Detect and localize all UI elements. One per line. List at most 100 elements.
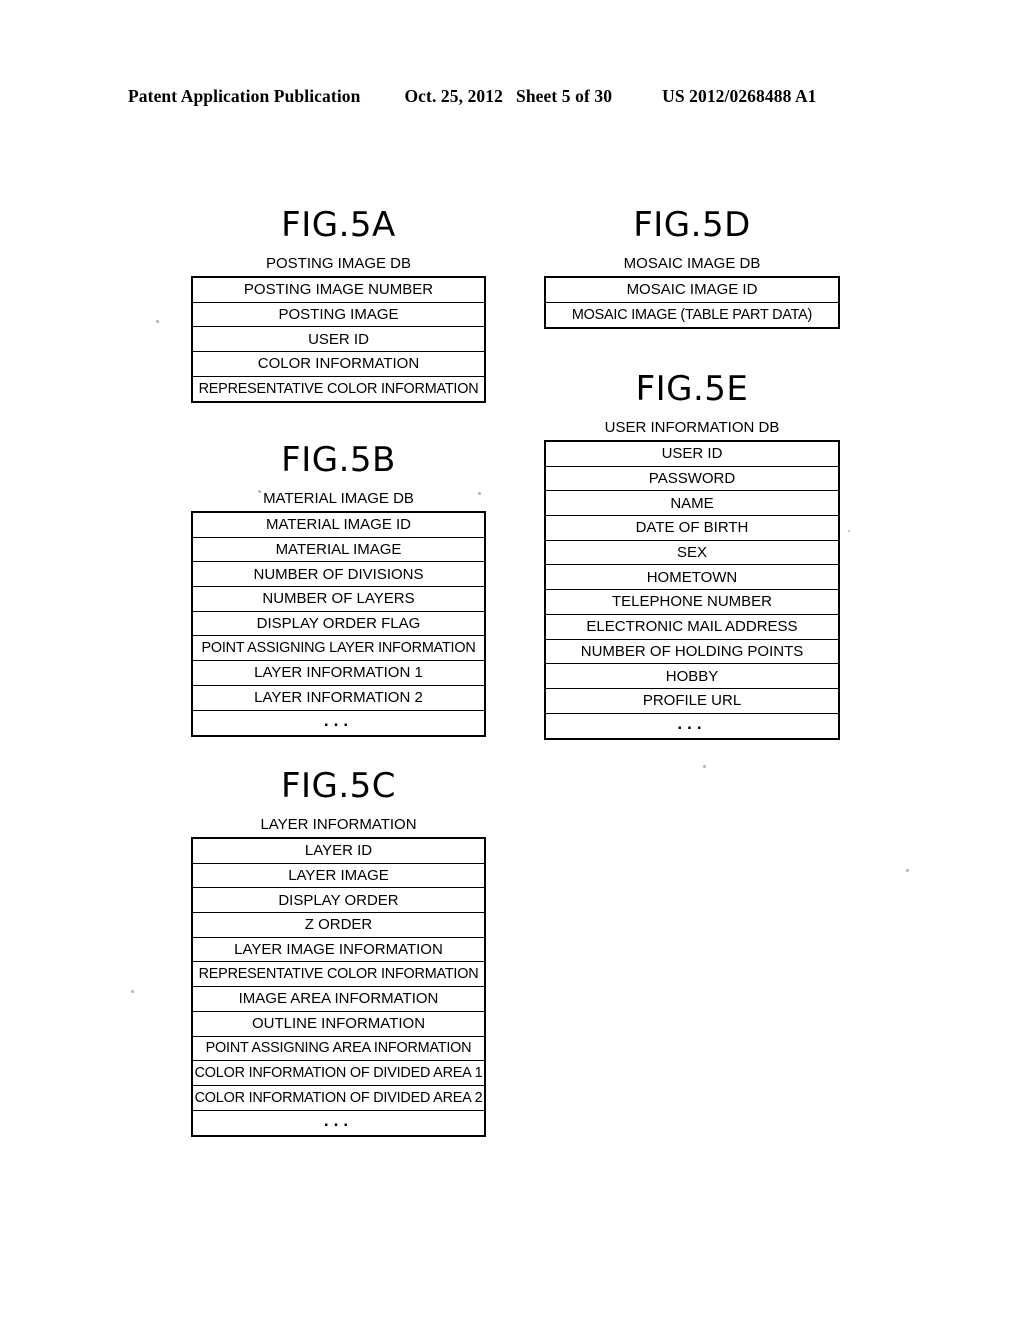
table-row: MOSAIC IMAGE (TABLE PART DATA) — [546, 303, 838, 328]
table-row: POINT ASSIGNING LAYER INFORMATION — [193, 636, 484, 662]
ellipsis-label: ... — [323, 711, 354, 731]
table-cell-label: PASSWORD — [648, 470, 736, 488]
figure-title: FIG.5D — [633, 205, 751, 245]
table-row: TELEPHONE NUMBER — [546, 590, 838, 615]
table-cell-label: USER ID — [308, 330, 369, 348]
table-row: COLOR INFORMATION OF DIVIDED AREA 1 — [193, 1061, 484, 1086]
table-row: MATERIAL IMAGE ID — [193, 513, 484, 538]
table-cell-label: DATE OF BIRTH — [635, 519, 749, 537]
scan-speckle — [703, 765, 706, 768]
table-cell-label: LAYER IMAGE INFORMATION — [234, 941, 443, 959]
table-cell-label: IMAGE AREA INFORMATION — [238, 990, 439, 1008]
table-row: NUMBER OF DIVISIONS — [193, 562, 484, 588]
figure-5b: FIG.5B MATERIAL IMAGE DB MATERIAL IMAGE … — [191, 440, 486, 738]
table-cell-label: POINT ASSIGNING AREA INFORMATION — [205, 1040, 472, 1057]
table-row: DISPLAY ORDER FLAG — [193, 612, 484, 637]
figure-caption: LAYER INFORMATION — [260, 816, 417, 833]
patent-number: US 2012/0268488 A1 — [662, 86, 817, 106]
table-cell-label: HOMETOWN — [646, 568, 738, 586]
figure-5c: FIG.5C LAYER INFORMATION LAYER ID LAYER … — [191, 766, 486, 1138]
table-cell-label: DISPLAY ORDER FLAG — [256, 615, 421, 633]
table-row: POSTING IMAGE — [193, 303, 484, 328]
table-row: MATERIAL IMAGE — [193, 538, 484, 563]
table-row: PASSWORD — [546, 467, 838, 492]
table-cell-label: OUTLINE INFORMATION — [251, 1015, 426, 1033]
table-cell-label: LAYER ID — [304, 842, 373, 860]
table-row: COLOR INFORMATION — [193, 352, 484, 377]
db-table-mosaic-image: MOSAIC IMAGE ID MOSAIC IMAGE (TABLE PART… — [544, 276, 840, 330]
table-row-ellipsis: ... — [193, 711, 484, 736]
table-cell-label: MOSAIC IMAGE (TABLE PART DATA) — [571, 306, 813, 323]
scan-speckle — [156, 320, 159, 323]
table-row: HOBBY — [546, 664, 838, 689]
table-cell-label: NUMBER OF LAYERS — [262, 590, 415, 608]
table-row-ellipsis: ... — [546, 714, 838, 739]
table-row: LAYER INFORMATION 1 — [193, 661, 484, 686]
table-cell-label: COLOR INFORMATION OF DIVIDED AREA 1 — [194, 1064, 483, 1081]
table-row: COLOR INFORMATION OF DIVIDED AREA 2 — [193, 1086, 484, 1111]
table-row: Z ORDER — [193, 913, 484, 938]
scan-speckle — [906, 869, 909, 872]
table-cell-label: ELECTRONIC MAIL ADDRESS — [586, 618, 798, 636]
figure-5d: FIG.5D MOSAIC IMAGE DB MOSAIC IMAGE ID M… — [544, 205, 840, 330]
table-cell-label: USER ID — [661, 445, 723, 463]
table-cell-label: LAYER INFORMATION 2 — [254, 689, 423, 707]
table-row: LAYER INFORMATION 2 — [193, 686, 484, 711]
ellipsis-label: ... — [323, 1111, 354, 1131]
table-row: DATE OF BIRTH — [546, 516, 838, 541]
table-row: POINT ASSIGNING AREA INFORMATION — [193, 1037, 484, 1062]
table-cell-label: NAME — [670, 494, 714, 512]
figure-title: FIG.5E — [635, 369, 749, 409]
db-table-posting-image: POSTING IMAGE NUMBER POSTING IMAGE USER … — [191, 276, 486, 404]
ellipsis-label: ... — [677, 714, 707, 734]
db-table-layer-information: LAYER ID LAYER IMAGE DISPLAY ORDER Z ORD… — [191, 837, 486, 1138]
publication-label: Patent Application Publication — [128, 86, 361, 106]
db-table-material-image: MATERIAL IMAGE ID MATERIAL IMAGE NUMBER … — [191, 511, 486, 738]
figure-title: FIG.5A — [281, 205, 396, 245]
table-cell-label: MATERIAL IMAGE ID — [265, 516, 412, 534]
patent-header: Patent Application Publication Oct. 25, … — [128, 86, 898, 110]
publication-date: Oct. 25, 2012 — [404, 86, 503, 106]
table-row: PROFILE URL — [546, 689, 838, 714]
table-row: HOMETOWN — [546, 565, 838, 591]
scan-speckle — [258, 490, 261, 493]
table-cell-label: SEX — [676, 544, 707, 562]
table-cell-label: MATERIAL IMAGE — [275, 541, 402, 559]
figure-5e: FIG.5E USER INFORMATION DB USER ID PASSW… — [544, 369, 840, 741]
table-cell-label: HOBBY — [665, 667, 719, 685]
table-cell-label: PROFILE URL — [642, 692, 742, 710]
table-row: REPRESENTATIVE COLOR INFORMATION — [193, 377, 484, 402]
table-row: USER ID — [193, 327, 484, 353]
table-row: SEX — [546, 541, 838, 566]
figure-caption: POSTING IMAGE DB — [265, 255, 412, 272]
figure-title: FIG.5C — [280, 766, 397, 806]
table-cell-label: LAYER IMAGE — [288, 867, 389, 885]
table-cell-label: NUMBER OF DIVISIONS — [253, 565, 424, 583]
table-row: LAYER IMAGE INFORMATION — [193, 938, 484, 963]
table-row: DISPLAY ORDER — [193, 888, 484, 914]
figure-5a: FIG.5A POSTING IMAGE DB POSTING IMAGE NU… — [191, 205, 486, 404]
table-row: NUMBER OF LAYERS — [193, 587, 484, 612]
table-cell-label: POSTING IMAGE — [278, 306, 399, 324]
sheet-number: Sheet 5 of 30 — [515, 86, 613, 106]
table-cell-label: LAYER INFORMATION 1 — [254, 664, 423, 682]
scan-speckle — [131, 990, 134, 993]
table-row: NUMBER OF HOLDING POINTS — [546, 640, 838, 665]
table-cell-label: REPRESENTATIVE COLOR INFORMATION — [198, 380, 479, 397]
table-cell-label: COLOR INFORMATION OF DIVIDED AREA 2 — [194, 1089, 483, 1106]
table-row: REPRESENTATIVE COLOR INFORMATION — [193, 962, 484, 988]
figure-caption: MATERIAL IMAGE DB — [263, 490, 414, 507]
db-table-user-information: USER ID PASSWORD NAME DATE OF BIRTH SEX … — [544, 440, 840, 741]
table-cell-label: COLOR INFORMATION — [257, 355, 420, 373]
table-cell-label: POINT ASSIGNING LAYER INFORMATION — [201, 640, 476, 657]
table-row: OUTLINE INFORMATION — [193, 1012, 484, 1037]
table-row: NAME — [546, 491, 838, 517]
figure-title: FIG.5B — [281, 440, 396, 480]
table-row: POSTING IMAGE NUMBER — [193, 278, 484, 303]
scan-speckle — [848, 530, 850, 532]
table-cell-label: REPRESENTATIVE COLOR INFORMATION — [198, 966, 479, 983]
table-row: LAYER ID — [193, 839, 484, 864]
figure-caption: MOSAIC IMAGE DB — [623, 255, 761, 272]
table-row: ELECTRONIC MAIL ADDRESS — [546, 615, 838, 640]
table-cell-label: POSTING IMAGE NUMBER — [243, 281, 434, 299]
